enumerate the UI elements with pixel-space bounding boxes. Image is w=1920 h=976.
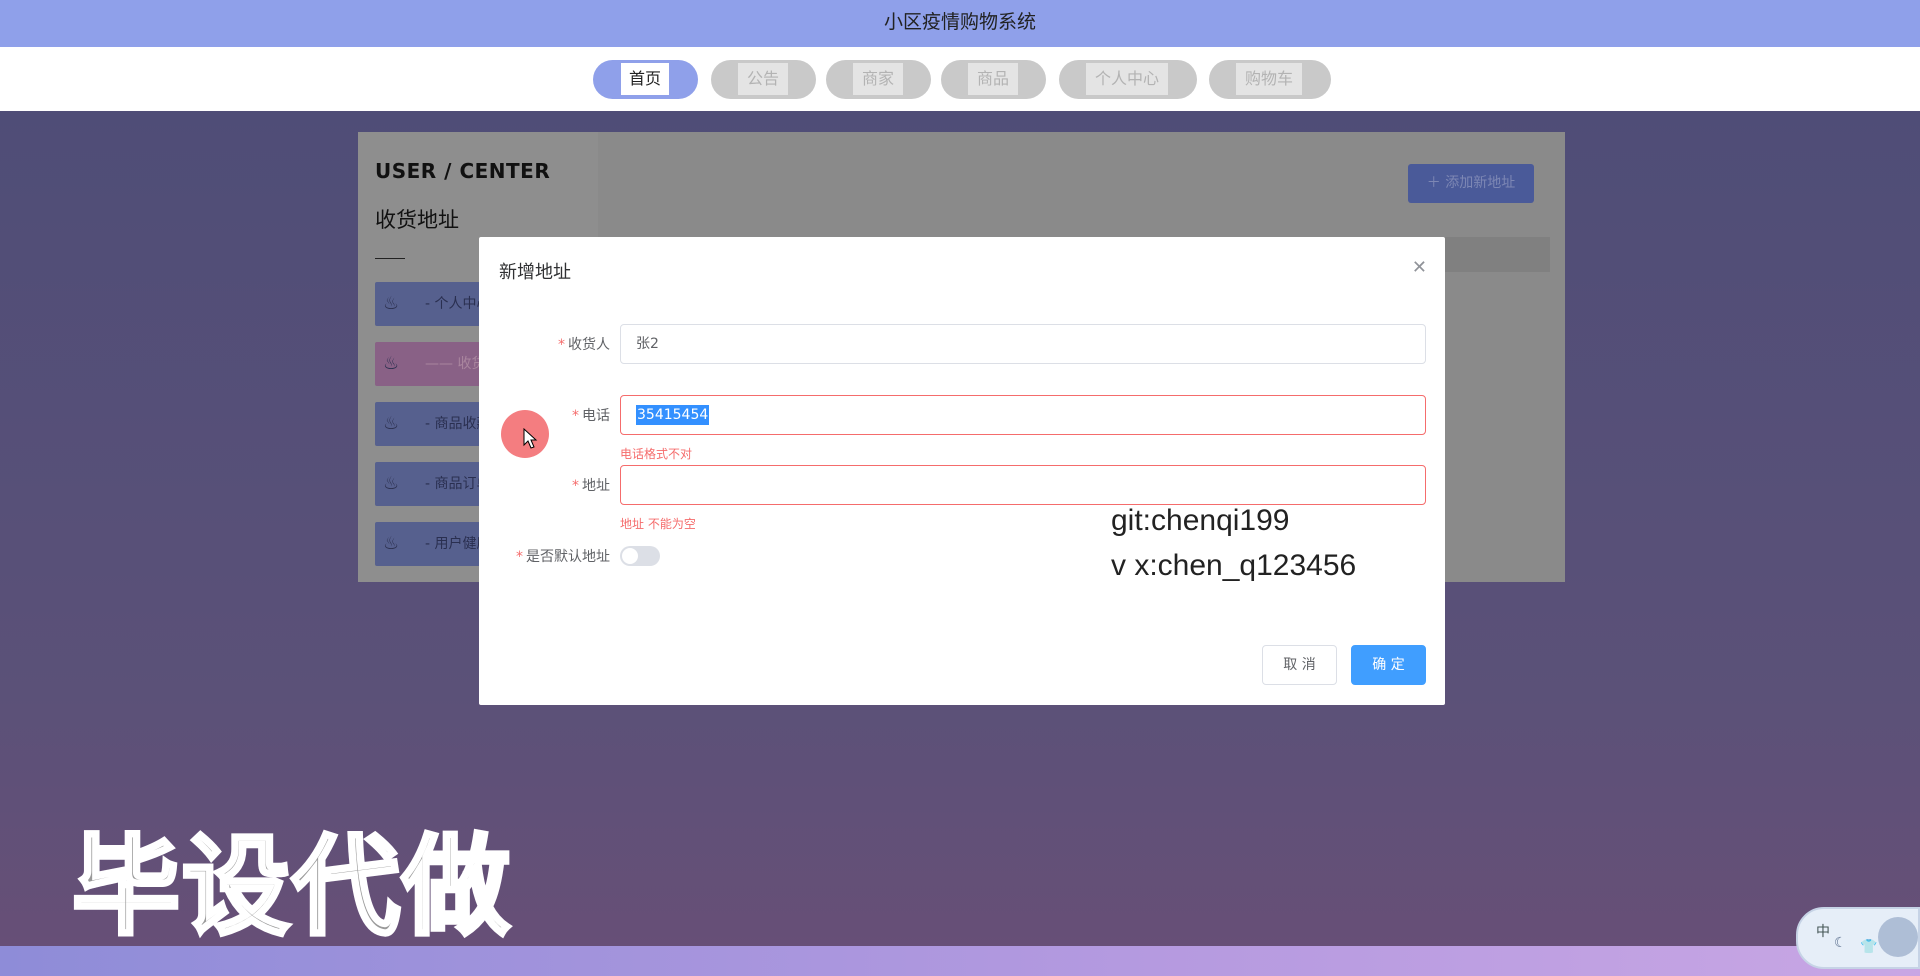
nav-cart-label: 购物车	[1236, 63, 1302, 95]
app-title: 小区疫情购物系统	[883, 11, 1036, 33]
git-watermark: git:chenqi199	[1111, 504, 1290, 537]
sidebar-item-prefix: -	[425, 296, 431, 312]
add-address-dialog: 新增地址 ✕ * 收货人 张2 * 电话 35415454 电话格式不对 * 地址 地…	[479, 237, 1445, 705]
app-title-bar: 小区疫情购物系统	[0, 0, 1920, 47]
bottom-strip	[0, 946, 1920, 976]
address-input[interactable]	[620, 465, 1426, 505]
default-address-label: * 是否默认地址	[516, 549, 610, 565]
add-address-button[interactable]: ＋ 添加新地址	[1408, 164, 1534, 203]
flame-icon: ♨	[383, 413, 400, 434]
plus-icon: ＋	[1426, 175, 1441, 191]
receiver-input[interactable]: 张2	[620, 324, 1426, 364]
nav-merchant[interactable]: 商家	[826, 60, 931, 99]
sidebar-item-prefix: -	[425, 476, 431, 492]
cancel-button[interactable]: 取 消	[1262, 645, 1337, 685]
switch-knob	[622, 548, 638, 564]
flame-icon: ♨	[383, 353, 400, 374]
address-label: * 地址	[572, 478, 610, 494]
receiver-label: * 收货人	[558, 337, 610, 353]
sidebar-item-prefix: -	[425, 536, 431, 552]
ime-mode: 中	[1816, 924, 1830, 940]
flame-icon: ♨	[383, 533, 400, 554]
nav-personal-center[interactable]: 个人中心	[1059, 60, 1197, 99]
moon-icon: ☾	[1834, 935, 1847, 951]
contact-watermark: v x:chen_q123456	[1111, 549, 1357, 582]
required-mark: *	[572, 408, 579, 424]
mouse-cursor-icon	[523, 428, 538, 449]
divider	[375, 258, 405, 259]
sidebar-section-title: 收货地址	[375, 208, 459, 232]
dialog-title: 新增地址	[499, 262, 571, 283]
nav-home-label: 首页	[621, 63, 669, 95]
nav-personal-center-label: 个人中心	[1086, 63, 1168, 95]
ime-mascot-icon	[1878, 917, 1918, 957]
top-nav: 首页 公告 商家 商品 个人中心 购物车	[0, 47, 1920, 111]
nav-announcement[interactable]: 公告	[711, 60, 816, 99]
sidebar-heading: USER / CENTER	[375, 159, 551, 183]
address-error: 地址 不能为空	[620, 517, 696, 531]
phone-input[interactable]: 35415454	[620, 395, 1426, 435]
required-mark: *	[558, 337, 565, 353]
ime-widget[interactable]: 中 ☾ 👕	[1796, 907, 1920, 969]
confirm-button[interactable]: 确 定	[1351, 645, 1426, 685]
sidebar-item-prefix: ——	[425, 356, 453, 372]
skin-icon: 👕	[1860, 939, 1878, 955]
flame-icon: ♨	[383, 293, 400, 314]
required-mark: *	[572, 478, 579, 494]
nav-cart[interactable]: 购物车	[1209, 60, 1331, 99]
phone-error: 电话格式不对	[620, 447, 693, 461]
close-icon[interactable]: ✕	[1412, 257, 1427, 278]
nav-goods-label: 商品	[968, 63, 1018, 95]
required-mark: *	[516, 549, 523, 565]
nav-home[interactable]: 首页	[593, 60, 698, 99]
nav-announcement-label: 公告	[738, 63, 788, 95]
add-address-label: 添加新地址	[1445, 175, 1516, 191]
nav-merchant-label: 商家	[853, 63, 903, 95]
nav-goods[interactable]: 商品	[941, 60, 1046, 99]
phone-input-selected-text: 35415454	[636, 405, 710, 425]
flame-icon: ♨	[383, 473, 400, 494]
sidebar-item-prefix: -	[425, 416, 431, 432]
default-address-switch[interactable]	[620, 546, 660, 566]
banner-watermark: 毕设代做	[70, 823, 513, 952]
